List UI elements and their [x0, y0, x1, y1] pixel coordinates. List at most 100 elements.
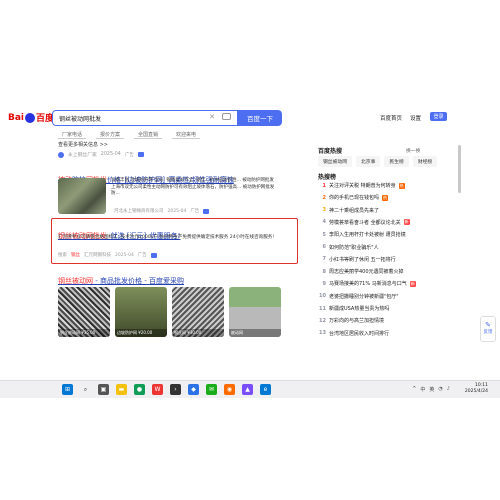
feedback-button[interactable]: ✎ 反馈 [480, 316, 496, 342]
refresh-link[interactable]: 换一换 [406, 147, 420, 154]
hot-text: 周志应美丽学400元遇同被着火掉 [329, 269, 404, 276]
hot-flag-badge: 新 [403, 219, 410, 226]
hot-list-title: 热搜榜 [318, 174, 337, 181]
result-thumbnail[interactable] [58, 178, 106, 214]
hot-rank: 11 [319, 305, 326, 312]
hot-list-item[interactable]: 13 台湾地区居民收入时间排行 [318, 330, 389, 337]
hot-text: 关注对评关税 特朗普为何转身 [329, 183, 396, 189]
baidu-logo[interactable]: Bai 百度 [8, 111, 54, 124]
hot-list-item[interactable]: 1 关注对评关税 特朗普为何转身热 [318, 182, 405, 189]
windows-start-icon[interactable]: ⊞ [62, 384, 73, 395]
hot-text: 老婆扭撒睡别分钟被新疆"包厅" [329, 293, 399, 300]
filter-tag[interactable]: 全国直销 [134, 131, 163, 139]
filter-tag[interactable]: 欢迎来电 [172, 131, 201, 139]
chrome-icon[interactable]: ● [134, 384, 145, 395]
terminal-icon[interactable]: › [170, 384, 181, 395]
product-image[interactable]: 被动网 [229, 287, 281, 337]
hot-tag[interactable]: 民生榜 [384, 156, 409, 167]
search-icon[interactable]: ⌕ [80, 384, 91, 395]
blank-area [0, 398, 500, 500]
pen-icon: ✎ [485, 321, 491, 329]
hot-rank: 10 [319, 293, 326, 300]
hot-list-item[interactable]: 7 小红书等刷了休闲 五一拓将行 [318, 256, 396, 263]
hot-rank: 6 [322, 244, 326, 250]
verified-icon [137, 152, 144, 157]
hot-text: 你的手机已现在钱包吗 [329, 195, 380, 202]
browser-screenshot: Bai 百度 钢丝被动网批发 ✕ 百度一下 百度首页 设置 登录 厂家电话 报价方… [0, 0, 500, 500]
file-explorer-icon[interactable]: ▬ [116, 384, 127, 395]
hot-tag[interactable]: 财经榜 [412, 156, 438, 167]
hot-rank: 7 [322, 256, 326, 263]
hot-list-item[interactable]: 11 新疆成USA热量当贵为热吗 [318, 305, 390, 313]
product-image-row: 钢丝被动网 ¥35.00 边坡防护网 ¥20.00 钢丝网 ¥30.00 被动网 [58, 287, 281, 337]
task-view-icon[interactable]: ▣ [98, 384, 109, 395]
blank-area [0, 0, 500, 100]
hot-list-item[interactable]: 5 李阳入生用杆打卡处被射 遭员抢镜 [318, 231, 406, 239]
filter-tag[interactable]: 报价方案 [96, 131, 125, 139]
ad-source-line: 永上钢丝厂家 2025-04 广告 [58, 151, 144, 158]
windows-taskbar: ⊞ ⌕ ▣ ▬ ● W › ◆ ✉ ◉ ▲ e ^ 中 英 ◔ ♪ 10:11 … [0, 380, 500, 398]
search-input[interactable]: 钢丝被动网批发 ✕ [52, 110, 238, 126]
hot-rank: 3 [322, 207, 326, 214]
verified-icon [203, 208, 210, 214]
related-title: 百度热搜 [318, 148, 343, 155]
hot-text: 李阳入生用杆打卡处被射 遭员抢镜 [329, 232, 406, 239]
title-highlight: 钢丝被动网 [58, 277, 93, 285]
result-title-3[interactable]: 钢丝被动网 - 商品批发价格 - 百度爱采购 [58, 268, 184, 287]
hot-list-item[interactable]: 10 老婆扭撒睡别分钟被新疆"包厅" [318, 293, 399, 300]
system-tray: ^ 中 英 ◔ ♪ [412, 386, 450, 393]
hot-list-item[interactable]: 12 万彩向的与高兰加担情境 [318, 317, 385, 325]
product-image[interactable]: 钢丝网 ¥30.00 [172, 287, 224, 337]
hot-text: 神二十乘组成员先来了 [329, 207, 380, 214]
hot-text: 小红书等刷了休闲 五一拓将行 [329, 256, 396, 263]
clock[interactable]: 10:11 2025/4/24 [465, 383, 488, 395]
wechat-icon[interactable]: ✉ [206, 384, 217, 395]
chevron-up-icon[interactable]: ^ [412, 386, 416, 393]
hot-list-item[interactable]: 9 马赛场接美的71% 马新消息与口气新 [318, 280, 416, 287]
hot-flag-badge: 新 [409, 280, 416, 287]
filter-tags: 厂家电话 报价方案 全国直销 欢迎来电 [58, 131, 201, 139]
app-icon[interactable]: ◆ [188, 384, 199, 395]
wifi-icon[interactable]: ◔ [438, 386, 442, 393]
hot-flag-badge: 热 [382, 194, 389, 201]
hot-rank: 13 [319, 330, 326, 337]
hot-text: 新疆成USA热量当贵为热吗 [329, 306, 390, 312]
hot-list-item[interactable]: 3 神二十乘组成员先来了 [318, 207, 380, 214]
product-image[interactable]: 边坡防护网 ¥20.00 [115, 287, 167, 337]
verified-icon [150, 252, 157, 258]
hot-tag[interactable]: 北京事 [356, 156, 381, 167]
hot-text: 万彩向的与高兰加担情境 [329, 318, 385, 325]
result-snippet-2: 汇元牌专业可质量合格国标工. 技术合作2000k户 防护网生产免费提供确定技术服… [58, 235, 275, 240]
home-link[interactable]: 百度首页 [380, 114, 402, 122]
scrollbar[interactable] [458, 145, 461, 193]
hot-list-item[interactable]: 8 周志应美丽学400元遇同被着火掉 [318, 268, 404, 276]
hot-text: 台湾地区居民收入时间排行 [329, 330, 390, 337]
title-text: - 商品批发价格 - 百度爱采购 [93, 277, 184, 285]
app-icon[interactable]: ▲ [242, 384, 253, 395]
volume-icon[interactable]: ♪ [447, 386, 450, 393]
filter-tag[interactable]: 厂家电话 [58, 131, 87, 139]
login-button[interactable]: 登录 [430, 112, 447, 121]
hot-list-item[interactable]: 2 你的手机已现在钱包吗热 [318, 194, 389, 202]
hot-list-item[interactable]: 4 劳模荟萃看奋斗者 全都议论北关新 [318, 219, 410, 226]
hot-list-item[interactable]: 6 如何防范"职业骗乐"人 [318, 244, 379, 251]
search-header: Bai 百度 钢丝被动网批发 ✕ 百度一下 百度首页 设置 登录 [0, 108, 500, 128]
hot-tag[interactable]: 钢丝被动网 [318, 156, 352, 167]
paw-icon [25, 112, 36, 123]
hot-rank: 1 [322, 182, 326, 189]
settings-link[interactable]: 设置 [410, 114, 421, 122]
baidu-results-page: Bai 百度 钢丝被动网批发 ✕ 百度一下 百度首页 设置 登录 厂家电话 报价方… [0, 0, 500, 395]
search-button[interactable]: 百度一下 [238, 110, 282, 126]
wps-icon[interactable]: W [152, 384, 163, 395]
site-logo-icon [58, 151, 64, 158]
edge-icon[interactable]: e [260, 384, 271, 395]
clear-icon[interactable]: ✕ [209, 113, 215, 121]
product-image[interactable]: 钢丝被动网 ¥35.00 [58, 287, 110, 337]
hot-rank: 12 [319, 317, 326, 324]
hot-text: 劳模荟萃看奋斗者 全都议论北关 [329, 219, 401, 226]
camera-icon[interactable] [222, 113, 231, 120]
app-icon[interactable]: ◉ [224, 384, 235, 395]
hot-rank: 5 [322, 231, 326, 238]
hot-text: 马赛场接美的71% 马新消息与口气 [329, 281, 407, 288]
more-info-link[interactable]: 查看更多相关信息 >> [58, 141, 108, 148]
